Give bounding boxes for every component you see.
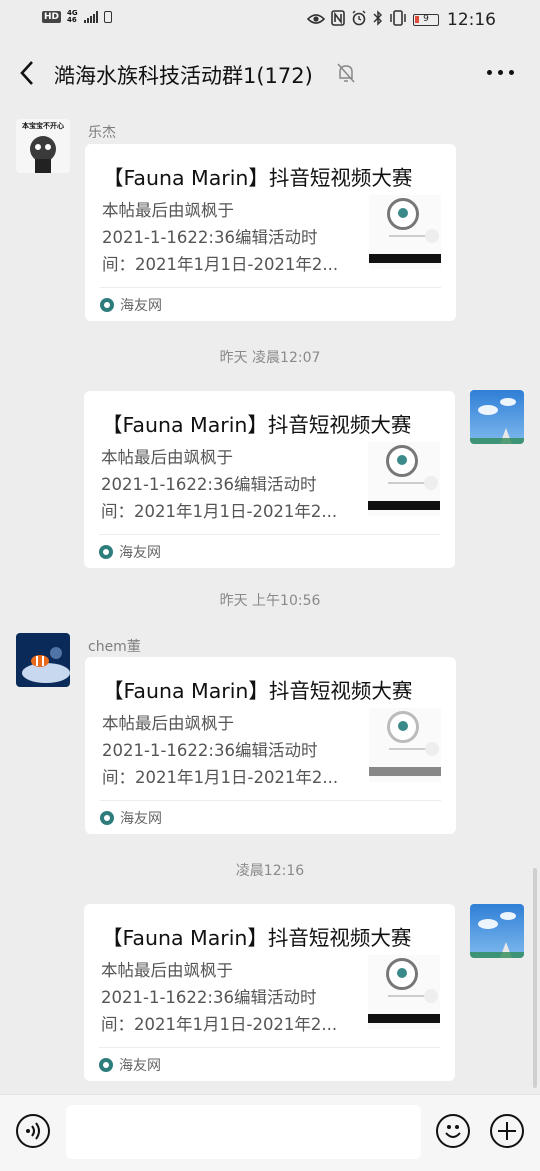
card-source: 海友网 [99, 1055, 161, 1075]
signal-icon [83, 11, 98, 23]
sender-name: chem董 [88, 639, 141, 655]
card-description: 本帖最后由飒枫于 2021-1-1622:36编辑活动时 间：2021年1月1日… [101, 961, 338, 1034]
eye-icon [306, 11, 326, 29]
card-divider [100, 800, 441, 801]
avatar-self[interactable] [470, 390, 524, 444]
hd-badge: HD [42, 11, 62, 23]
scrollbar-thumb[interactable] [533, 868, 537, 1088]
chevron-left-icon [20, 61, 33, 85]
card-divider [99, 534, 440, 535]
link-card[interactable]: 【Fauna Marin】抖音短视频大赛 本帖最后由飒枫于 2021-1-162… [85, 657, 456, 834]
dot-icon [509, 70, 514, 75]
avatar-self[interactable] [470, 904, 524, 958]
nfc-icon [331, 10, 345, 30]
voice-icon [26, 1122, 40, 1140]
back-button[interactable] [14, 58, 40, 88]
clock: 12:16 [447, 10, 496, 30]
mute-bell-icon [336, 62, 356, 84]
battery-icon: 9 [413, 14, 439, 26]
card-description: 本帖最后由飒枫于 2021-1-1622:36编辑活动时 间：2021年1月1日… [101, 448, 338, 521]
alarm-icon [351, 10, 367, 30]
card-thumbnail [369, 708, 441, 782]
source-name: 海友网 [120, 811, 162, 827]
bluetooth-icon [373, 10, 383, 30]
card-title: 【Fauna Marin】抖音短视频大赛 [103, 679, 413, 703]
source-logo-icon [99, 545, 113, 559]
card-source: 海友网 [99, 542, 161, 562]
time-divider: 昨天 凌晨12:07 [219, 350, 321, 366]
avatar-lejie[interactable]: 本宝宝不开心 [16, 119, 70, 173]
network-type: 4G 46 [67, 9, 78, 24]
card-thumbnail [368, 955, 440, 1029]
source-logo-icon [100, 298, 114, 312]
card-title: 【Fauna Marin】抖音短视频大赛 [103, 166, 413, 190]
more-options-button[interactable] [487, 70, 514, 75]
voice-button[interactable] [16, 1114, 50, 1148]
vibrate-icon [389, 10, 407, 30]
emoji-button[interactable] [436, 1114, 470, 1148]
source-logo-icon [99, 1058, 113, 1072]
link-card[interactable]: 【Fauna Marin】抖音短视频大赛 本帖最后由飒枫于 2021-1-162… [85, 144, 456, 321]
add-button[interactable] [490, 1114, 524, 1148]
card-title: 【Fauna Marin】抖音短视频大赛 [102, 413, 412, 437]
card-source: 海友网 [100, 808, 162, 828]
card-description: 本帖最后由飒枫于 2021-1-1622:36编辑活动时 间：2021年1月1日… [102, 714, 339, 787]
dot-icon [498, 70, 503, 75]
sim-icon [103, 11, 112, 23]
input-bar [0, 1094, 540, 1171]
card-divider [99, 1047, 440, 1048]
sender-name: 乐杰 [88, 125, 116, 141]
status-left: HD 4G 46 [42, 10, 112, 24]
card-description: 本帖最后由飒枫于 2021-1-1622:36编辑活动时 间：2021年1月1日… [102, 201, 339, 274]
source-logo-icon [100, 811, 114, 825]
source-name: 海友网 [120, 298, 162, 314]
card-thumbnail [369, 195, 441, 269]
source-name: 海友网 [119, 1058, 161, 1074]
message-input[interactable] [66, 1105, 421, 1159]
link-card[interactable]: 【Fauna Marin】抖音短视频大赛 本帖最后由飒枫于 2021-1-162… [84, 391, 455, 568]
avatar-caption: 本宝宝不开心 [22, 122, 64, 130]
chat-title: 澔海水族科技活动群1(172) [54, 64, 313, 88]
time-divider: 昨天 上午10:56 [219, 593, 321, 609]
time-divider: 凌晨12:16 [235, 863, 305, 879]
link-card[interactable]: 【Fauna Marin】抖音短视频大赛 本帖最后由飒枫于 2021-1-162… [84, 904, 455, 1081]
card-divider [100, 287, 441, 288]
avatar-chem[interactable] [16, 633, 70, 687]
chat-header: 澔海水族科技活动群1(172) [0, 40, 540, 108]
source-name: 海友网 [119, 545, 161, 561]
plus-icon [498, 1122, 516, 1140]
card-thumbnail [368, 442, 440, 516]
status-bar: HD 4G 46 9 12:16 [0, 0, 540, 40]
card-source: 海友网 [100, 295, 162, 315]
status-right: 9 12:16 [306, 10, 496, 30]
card-title: 【Fauna Marin】抖音短视频大赛 [102, 926, 412, 950]
dot-icon [487, 70, 492, 75]
smiley-icon [445, 1125, 461, 1138]
